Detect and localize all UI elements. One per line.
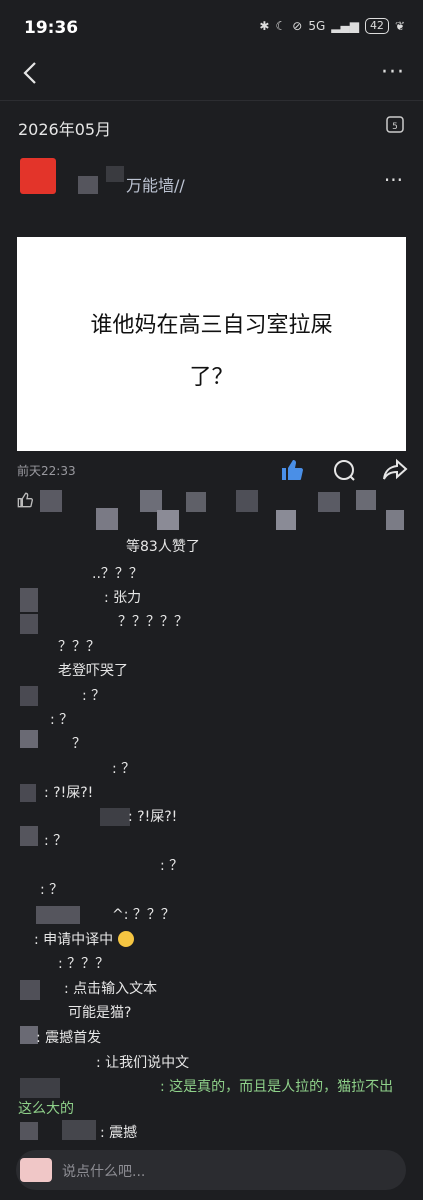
liker-avatar[interactable] <box>276 510 296 530</box>
signal-icon: ▂▄▆ <box>331 19 359 33</box>
comment-item[interactable]: : ？ <box>50 709 73 729</box>
network-label: 5G <box>308 19 326 33</box>
header-divider <box>0 100 423 101</box>
comment-item[interactable]: : ？ <box>82 685 105 705</box>
comment-item[interactable]: : 震撼 <box>100 1122 137 1142</box>
pixelated-block <box>106 166 124 182</box>
mute-icon: ⊘ <box>292 19 303 33</box>
bluetooth-icon: ✱ <box>259 19 270 33</box>
back-icon[interactable] <box>18 60 44 86</box>
liker-avatar[interactable] <box>356 490 376 510</box>
commenter-avatar <box>20 614 38 634</box>
comment-item[interactable]: : ？ <box>40 879 63 899</box>
comment-item[interactable]: : ？ <box>44 830 67 850</box>
commenter-avatar <box>20 686 38 706</box>
comment-text: : 申请中译中 <box>34 932 114 948</box>
author-name[interactable]: 万能墙// <box>126 172 185 196</box>
calendar-icon[interactable]: 5 <box>385 114 405 134</box>
liker-avatar[interactable] <box>236 490 258 512</box>
commenter-avatar <box>20 1122 38 1140</box>
comment-item[interactable]: : 震撼首发 <box>36 1027 101 1047</box>
liker-avatar[interactable] <box>318 492 340 512</box>
liker-avatar[interactable] <box>386 510 404 530</box>
comment-item[interactable]: 老登吓哭了 <box>58 660 128 680</box>
comment-item[interactable]: ..？？？ <box>92 563 143 583</box>
comment-item[interactable]: : 这是真的，而且是人拉的，猫拉不出这么大的 <box>18 1076 402 1120</box>
commenter-avatar <box>20 784 36 802</box>
comment-item[interactable]: : 让我们说中文 <box>96 1052 189 1072</box>
comment-item[interactable]: : 点击输入文本 <box>64 978 157 998</box>
comment-item[interactable]: : ？ <box>112 758 135 778</box>
comment-icon[interactable] <box>332 458 356 482</box>
comment-item[interactable]: ^: ？？？ <box>112 904 175 924</box>
share-icon[interactable] <box>382 458 408 482</box>
liker-avatar[interactable] <box>186 492 206 512</box>
commenter-avatar <box>20 980 40 1000</box>
pixelated-block <box>62 1120 96 1140</box>
like-icon[interactable] <box>280 458 304 482</box>
liker-avatar[interactable] <box>40 490 62 512</box>
emoji-icon <box>117 931 134 947</box>
moon-icon: ☾ <box>275 19 287 33</box>
post-time: 前天22:33 <box>17 464 76 478</box>
date-label: 2026年05月 <box>18 120 112 139</box>
commenter-avatar <box>20 730 38 748</box>
author-avatar[interactable] <box>20 158 56 194</box>
comment-item[interactable]: : 张力 <box>104 587 141 607</box>
commenter-avatar <box>20 588 38 612</box>
post-more-icon[interactable]: ··· <box>384 168 403 192</box>
comment-item[interactable]: : ？ <box>160 855 183 875</box>
comment-item[interactable]: : 申请中译中 <box>34 929 134 949</box>
small-like-icon <box>17 492 33 508</box>
comment-input[interactable]: 说点什么吧... <box>62 1161 145 1181</box>
likes-count: 等83人赞了 <box>126 539 200 555</box>
liker-avatar[interactable] <box>96 508 118 530</box>
pixelated-block <box>36 906 80 924</box>
comment-item[interactable]: ？？？？？ <box>118 611 188 631</box>
status-icons: ✱ ☾ ⊘ 5G ▂▄▆ 42 ❦ <box>259 18 405 34</box>
liker-avatar[interactable] <box>140 490 162 512</box>
leaf-icon: ❦ <box>394 19 405 33</box>
svg-text:5: 5 <box>392 122 398 132</box>
commenter-avatar <box>20 826 38 846</box>
battery-icon: 42 <box>364 18 389 34</box>
post-image-text: 谁他妈在高三自习室拉屎 了？ <box>0 300 423 404</box>
post-image-line2: 了？ <box>189 365 234 390</box>
comment-item[interactable]: ？ <box>72 733 86 753</box>
status-time: 19:36 <box>24 18 79 38</box>
pixelated-block <box>100 808 130 826</box>
post-image-line1: 谁他妈在高三自习室拉屎 <box>90 313 333 338</box>
input-avatar <box>20 1158 52 1182</box>
comment-item[interactable]: : ?!屎?! <box>44 782 93 802</box>
comment-item[interactable]: 可能是猫? <box>68 1002 131 1022</box>
comment-item[interactable]: ？？？ <box>58 636 100 656</box>
comment-item[interactable]: : ?!屎?! <box>128 806 177 826</box>
comment-item[interactable]: : ？？？ <box>58 953 109 973</box>
liker-avatar[interactable] <box>157 510 179 530</box>
pixelated-block <box>78 176 98 194</box>
more-options-icon[interactable]: ··· <box>381 60 405 85</box>
